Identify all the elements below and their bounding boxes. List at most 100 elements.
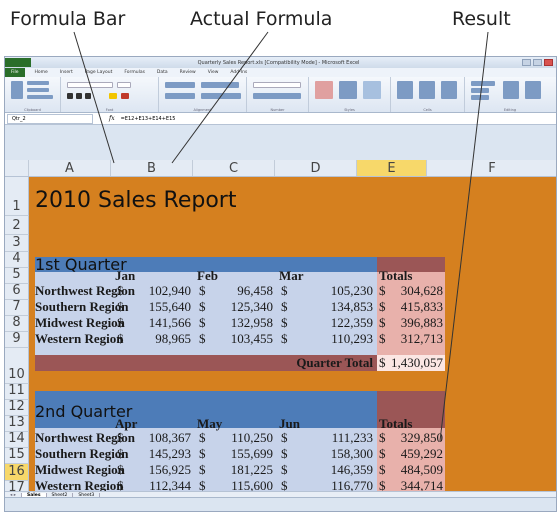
row-header[interactable]: 2 <box>5 216 29 235</box>
name-box[interactable]: Qtr_2 <box>7 113 93 124</box>
column-header-selected[interactable]: E <box>357 160 427 176</box>
currency-symbol: $ <box>117 315 124 330</box>
month-value: 155,699 <box>230 446 273 461</box>
sheet-title: 2010 Sales Report <box>35 188 237 213</box>
formula-input[interactable]: =E12+E13+E14+E15 <box>121 116 176 122</box>
row-header-selected[interactable]: 16 <box>5 464 29 481</box>
row-header[interactable]: 6 <box>5 283 29 300</box>
tab-review[interactable]: Review <box>174 70 202 75</box>
q1-total-value: 1,430,057 <box>391 355 443 370</box>
month-value: 146,359 <box>330 462 373 477</box>
row-header[interactable]: 7 <box>5 299 29 316</box>
conditional-formatting-icon[interactable] <box>315 81 333 99</box>
insert-icon[interactable] <box>397 81 413 99</box>
month-value: 145,293 <box>148 446 191 461</box>
row-header[interactable]: 1 <box>5 177 29 216</box>
paste-icon[interactable] <box>11 81 23 99</box>
currency-symbol: $ <box>117 430 124 445</box>
row-header[interactable]: 14 <box>5 431 29 448</box>
row-header[interactable]: 10 <box>5 348 29 384</box>
fill-icon[interactable] <box>471 88 489 93</box>
currency-symbol: $ <box>281 283 288 298</box>
column-header[interactable]: F <box>427 160 556 176</box>
column-header[interactable]: D <box>275 160 357 176</box>
font-size-select[interactable] <box>117 82 131 88</box>
currency-symbol: $ <box>379 283 386 298</box>
tab-page-layout[interactable]: Page Layout <box>79 70 119 75</box>
insert-function-icon[interactable]: fx <box>109 115 115 122</box>
month-value: 181,225 <box>230 462 273 477</box>
ribbon-group-number: Number <box>247 77 309 112</box>
copy-icon[interactable] <box>27 88 49 92</box>
month-value: 155,640 <box>148 299 191 314</box>
italic-icon[interactable] <box>76 93 82 99</box>
close-icon[interactable] <box>544 59 553 66</box>
wrap-text-icon[interactable] <box>201 82 239 88</box>
row-header[interactable]: 9 <box>5 331 29 348</box>
select-all-corner[interactable] <box>5 160 29 176</box>
currency-symbol: $ <box>117 331 124 346</box>
currency-format-icon[interactable] <box>253 93 301 99</box>
bold-icon[interactable] <box>67 93 73 99</box>
fill-color-icon[interactable] <box>109 93 117 99</box>
align-icon[interactable] <box>165 82 195 88</box>
currency-symbol: $ <box>379 446 386 461</box>
clear-icon[interactable] <box>471 95 489 100</box>
font-name-select[interactable] <box>67 82 113 88</box>
minimize-icon[interactable] <box>522 59 531 66</box>
underline-icon[interactable] <box>85 93 91 99</box>
number-format-select[interactable] <box>253 82 301 88</box>
tab-add-ins[interactable]: Add-Ins <box>224 70 253 75</box>
tab-formulas[interactable]: Formulas <box>118 70 151 75</box>
q1-label: 1st Quarter <box>35 255 127 274</box>
currency-symbol: $ <box>379 299 386 314</box>
cut-icon[interactable] <box>27 81 49 85</box>
currency-symbol: $ <box>281 462 288 477</box>
ribbon: Clipboard Font Alignment Number Styles C… <box>5 77 556 113</box>
currency-symbol: $ <box>117 462 124 477</box>
ribbon-group-editing: Editing <box>465 77 555 112</box>
callout-actual-formula: Actual Formula <box>190 8 333 30</box>
column-header[interactable]: B <box>111 160 193 176</box>
merge-center-icon[interactable] <box>201 93 241 99</box>
column-header[interactable]: C <box>193 160 275 176</box>
currency-symbol: $ <box>379 331 386 346</box>
row-header[interactable]: 4 <box>5 251 29 268</box>
window-controls <box>522 59 556 66</box>
ribbon-group-cells: Cells <box>391 77 465 112</box>
autosum-icon[interactable] <box>471 81 495 86</box>
q1-totals-header: Totals <box>379 268 413 283</box>
find-select-icon[interactable] <box>525 81 541 99</box>
ribbon-group-label: Cells <box>423 108 432 112</box>
cell-styles-icon[interactable] <box>363 81 381 99</box>
tab-insert[interactable]: Insert <box>54 70 79 75</box>
region-total-value: 459,292 <box>400 446 443 461</box>
row-header[interactable]: 12 <box>5 399 29 416</box>
format-as-table-icon[interactable] <box>339 81 357 99</box>
row-header[interactable]: 8 <box>5 315 29 332</box>
row-header[interactable]: 15 <box>5 447 29 464</box>
indent-icon[interactable] <box>165 93 195 99</box>
worksheet-grid[interactable]: 1 2 3 4 5 6 7 8 9 10 11 12 13 14 15 16 1… <box>5 177 556 511</box>
region-total-value: 396,883 <box>400 315 443 330</box>
format-icon[interactable] <box>441 81 457 99</box>
tab-file[interactable]: File <box>5 68 25 77</box>
currency-symbol: $ <box>281 446 288 461</box>
tab-home[interactable]: Home <box>29 70 54 75</box>
sort-filter-icon[interactable] <box>503 81 519 99</box>
tab-view[interactable]: View <box>202 70 225 75</box>
currency-symbol: $ <box>379 315 386 330</box>
row-header[interactable]: 13 <box>5 415 29 432</box>
delete-icon[interactable] <box>419 81 435 99</box>
ribbon-group-label: Font <box>105 108 114 112</box>
font-color-icon[interactable] <box>121 93 129 99</box>
region-total-value: 415,833 <box>400 299 443 314</box>
tab-data[interactable]: Data <box>151 70 174 75</box>
format-painter-icon[interactable] <box>27 95 53 99</box>
row-header[interactable]: 5 <box>5 267 29 284</box>
column-header[interactable]: A <box>29 160 111 176</box>
row-header[interactable]: 11 <box>5 383 29 400</box>
month-value: 111,233 <box>331 430 373 445</box>
row-header[interactable]: 3 <box>5 235 29 252</box>
maximize-icon[interactable] <box>533 59 542 66</box>
